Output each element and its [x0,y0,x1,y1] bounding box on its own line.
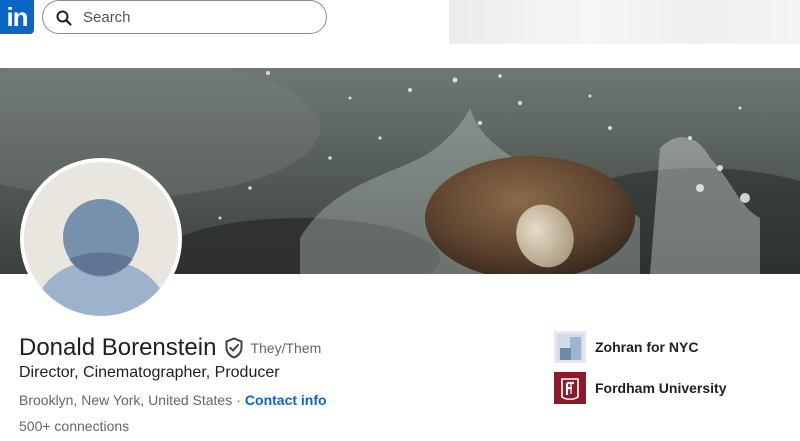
top-navigation: in [0,0,800,44]
org-item-fordham[interactable]: Fordham University [554,371,726,405]
profile-name: Donald Borenstein [19,334,217,361]
location-row: Brooklyn, New York, United States · Contac… [19,392,327,408]
verified-shield-icon[interactable] [224,337,244,359]
separator: · [236,392,241,408]
search-input[interactable] [83,7,313,27]
profile-headline: Director, Cinematographer, Producer [19,364,280,381]
campaign-logo-icon [554,331,586,363]
person-placeholder-icon [24,162,178,316]
nav-right-region [449,0,800,44]
linkedin-logo[interactable]: in [0,0,34,34]
org-name: Fordham University [595,380,727,396]
search-icon [56,10,72,26]
contact-info-link[interactable]: Contact info [245,392,327,408]
org-name: Zohran for NYC [595,339,699,355]
pronouns: They/Them [250,340,322,356]
profile-avatar[interactable] [20,158,182,320]
fordham-logo-icon [554,372,586,404]
search-bar[interactable] [42,0,327,34]
profile-location: Brooklyn, New York, United States [19,392,233,408]
org-item-zohran[interactable]: Zohran for NYC [554,330,698,364]
connections-count: 500+ connections [19,418,130,434]
name-row: Donald Borenstein They/Them [19,333,321,363]
